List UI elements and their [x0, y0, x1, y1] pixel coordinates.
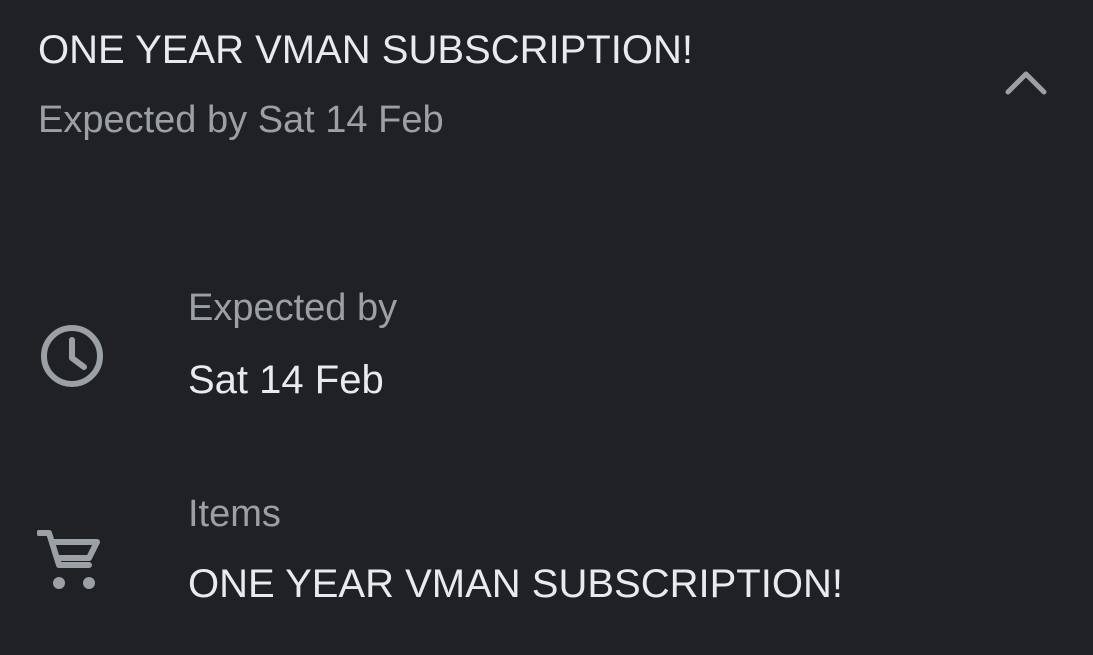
order-title: ONE YEAR VMAN SUBSCRIPTION! [38, 28, 693, 72]
expected-label: Expected by [188, 287, 398, 329]
collapse-button[interactable] [996, 54, 1056, 110]
chevron-up-icon [1005, 71, 1047, 95]
expected-row-icon-wrap [38, 322, 106, 390]
order-subtitle: Expected by Sat 14 Feb [38, 99, 444, 141]
order-card: ONE YEAR VMAN SUBSCRIPTION! Expected by … [0, 0, 1093, 655]
items-row-icon-wrap [36, 526, 104, 594]
items-label: Items [188, 493, 281, 535]
expected-value: Sat 14 Feb [188, 358, 384, 402]
shopping-cart-icon [37, 530, 100, 589]
items-value: ONE YEAR VMAN SUBSCRIPTION! [188, 562, 843, 606]
clock-icon [41, 325, 103, 387]
